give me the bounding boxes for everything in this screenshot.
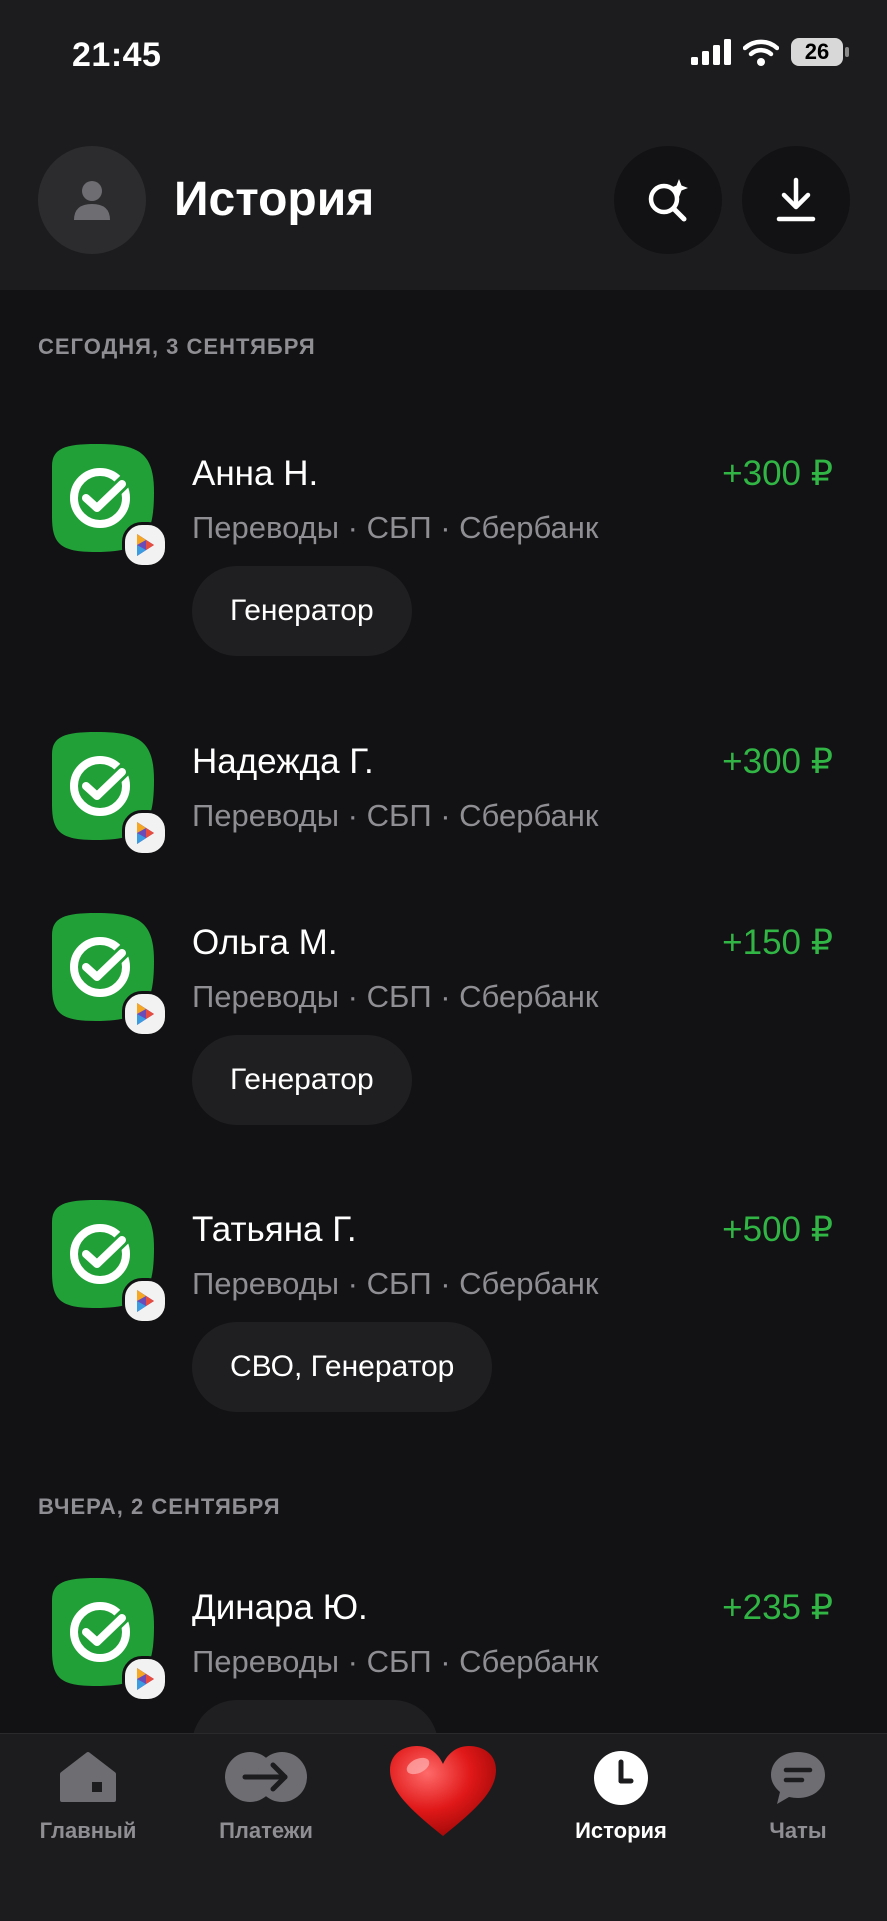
wifi-icon [743, 39, 779, 66]
transaction-details: Переводы · СБП · Сбербанк [192, 798, 599, 833]
transaction-amount: +300 ₽ [722, 742, 833, 781]
transaction-tag[interactable]: Генератор [192, 566, 412, 656]
sbp-badge-icon [122, 1656, 168, 1702]
transaction-tag-partial[interactable] [192, 1700, 438, 1733]
status-bar: 21:45 26 [0, 0, 887, 110]
transaction-tag[interactable]: Генератор [192, 1035, 412, 1125]
sbp-badge-icon [122, 1278, 168, 1324]
transaction-item[interactable]: Динара Ю. Переводы · СБП · Сбербанк +235… [0, 1578, 887, 1733]
transaction-tag[interactable]: СВО, Генератор [192, 1322, 493, 1412]
transfer-icon [225, 1752, 307, 1802]
transaction-amount: +300 ₽ [722, 454, 833, 493]
tab-label: Чаты [769, 1818, 827, 1843]
transaction-item[interactable]: Анна Н. Переводы · СБП · Сбербанк +300 ₽… [0, 444, 887, 664]
transaction-details: Переводы · СБП · Сбербанк [192, 1266, 599, 1301]
transaction-details: Переводы · СБП · Сбербанк [192, 510, 599, 545]
transaction-name: Анна Н. [192, 454, 319, 493]
status-time: 21:45 [72, 36, 162, 74]
transaction-item[interactable]: Надежда Г. Переводы · СБП · Сбербанк +30… [0, 732, 887, 856]
transaction-name: Ольга М. [192, 923, 338, 962]
transaction-item[interactable]: Ольга М. Переводы · СБП · Сбербанк +150 … [0, 913, 887, 1133]
heart-icon [390, 1746, 496, 1836]
tab-label: Платежи [219, 1818, 313, 1843]
page-header: История [0, 110, 887, 290]
transaction-name: Татьяна Г. [192, 1210, 357, 1249]
sbp-badge-icon [122, 810, 168, 856]
transaction-amount: +235 ₽ [722, 1588, 833, 1627]
tab-history[interactable]: История [541, 1734, 701, 1854]
tab-label: История [575, 1818, 667, 1843]
home-icon [60, 1752, 116, 1802]
tab-charity[interactable] [363, 1734, 523, 1854]
battery-level: 26 [804, 39, 830, 64]
battery-indicator: 26 [791, 38, 849, 66]
transaction-amount: +150 ₽ [722, 923, 833, 962]
section-header-yesterday: ВЧЕРА, 2 СЕНТЯБРЯ [38, 1494, 281, 1519]
section-header-today: СЕГОДНЯ, 3 СЕНТЯБРЯ [38, 334, 316, 359]
tab-payments[interactable]: Платежи [186, 1734, 346, 1854]
page-title: История [174, 173, 375, 226]
transaction-amount: +500 ₽ [722, 1210, 833, 1249]
download-icon [776, 177, 816, 222]
transaction-details: Переводы · СБП · Сбербанк [192, 1644, 599, 1679]
signal-icon [691, 39, 731, 65]
clock-icon [594, 1751, 648, 1805]
sbp-badge-icon [122, 522, 168, 568]
transaction-item[interactable]: Татьяна Г. Переводы · СБП · Сбербанк +50… [0, 1200, 887, 1420]
sbp-badge-icon [122, 991, 168, 1037]
smart-search-button[interactable] [614, 146, 722, 254]
sparkle-search-icon [648, 179, 688, 222]
transaction-name: Динара Ю. [192, 1588, 368, 1627]
profile-avatar-button[interactable] [38, 146, 146, 254]
tab-label: Главный [39, 1818, 137, 1843]
transaction-name: Надежда Г. [192, 742, 374, 781]
download-button[interactable] [742, 146, 850, 254]
transaction-details: Переводы · СБП · Сбербанк [192, 979, 599, 1014]
tab-home[interactable]: Главный [8, 1734, 168, 1854]
user-icon [74, 181, 110, 220]
bottom-tab-bar: Главный Платежи История Чаты [0, 1733, 887, 1921]
status-icons: 26 [691, 38, 849, 66]
tab-chats[interactable]: Чаты [718, 1734, 878, 1854]
chat-icon [771, 1752, 825, 1804]
